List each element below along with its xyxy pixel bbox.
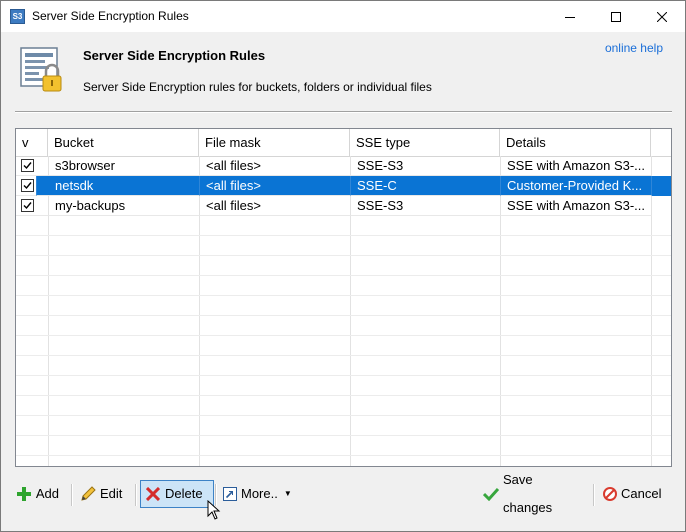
cancel-button[interactable]: Cancel — [599, 480, 665, 508]
row-checkbox[interactable] — [21, 179, 34, 192]
rules-grid[interactable]: v Bucket File mask SSE type Details s3br… — [15, 128, 672, 467]
row-checkbox-cell[interactable] — [16, 176, 37, 196]
minimize-button[interactable] — [547, 1, 593, 32]
checkmark-icon — [23, 182, 32, 190]
file-mask-cell: <all files> — [200, 176, 351, 196]
maximize-icon — [611, 11, 621, 22]
cancel-label: Cancel — [621, 486, 662, 501]
dialog-header: Server Side Encryption Rules Server Side… — [1, 32, 685, 118]
maximize-button[interactable] — [593, 1, 639, 32]
toolbar-separator — [593, 484, 595, 506]
online-help-link[interactable]: online help — [605, 41, 663, 55]
sse-type-cell: SSE-S3 — [351, 156, 501, 176]
table-row[interactable]: s3browser <all files> SSE-S3 SSE with Am… — [16, 156, 671, 176]
mouse-cursor-icon — [207, 500, 221, 520]
window-title: Server Side Encryption Rules — [32, 9, 189, 23]
more-label: More.. — [241, 486, 278, 501]
edit-label: Edit — [100, 486, 123, 501]
toolbar-separator — [71, 484, 73, 506]
save-changes-label: Save changes — [503, 472, 553, 515]
grid-header: v Bucket File mask SSE type Details — [16, 129, 671, 157]
checkmark-icon — [23, 202, 32, 210]
sse-type-cell: SSE-S3 — [351, 196, 501, 216]
row-checkbox[interactable] — [21, 199, 34, 212]
minimize-icon — [565, 16, 575, 18]
row-checkbox-cell[interactable] — [16, 156, 49, 176]
sse-type-cell: SSE-C — [351, 176, 501, 196]
details-cell: Customer-Provided K... — [501, 176, 652, 196]
header-title: Server Side Encryption Rules — [83, 48, 266, 63]
bucket-cell: netsdk — [37, 176, 200, 196]
column-header-details[interactable]: Details — [500, 129, 651, 156]
bucket-cell: my-backups — [49, 196, 200, 216]
column-header-sse-type[interactable]: SSE type — [350, 129, 500, 156]
table-row[interactable]: my-backups <all files> SSE-S3 SSE with A… — [16, 196, 671, 216]
close-button[interactable] — [639, 1, 685, 32]
edit-button[interactable]: Edit — [76, 480, 128, 508]
x-icon — [145, 486, 161, 502]
bucket-cell: s3browser — [49, 156, 200, 176]
delete-label: Delete — [165, 486, 203, 501]
delete-button[interactable]: Delete — [140, 480, 214, 508]
arrow-box-icon — [223, 486, 237, 502]
column-header-checked[interactable]: v — [16, 129, 48, 156]
save-changes-button[interactable]: Save changes — [479, 472, 587, 515]
file-mask-cell: <all files> — [200, 196, 351, 216]
header-subtitle: Server Side Encryption rules for buckets… — [83, 80, 432, 94]
toolbar-separator — [135, 484, 137, 506]
pencil-icon — [80, 486, 96, 502]
file-mask-cell: <all files> — [200, 156, 351, 176]
plus-icon — [17, 486, 32, 502]
checkmark-icon — [23, 162, 32, 170]
details-cell: SSE with Amazon S3-... — [501, 156, 652, 176]
title-bar[interactable]: S3 Server Side Encryption Rules — [1, 1, 685, 32]
add-label: Add — [35, 486, 59, 501]
no-entry-icon — [603, 486, 617, 502]
app-icon: S3 — [10, 9, 25, 24]
header-divider — [15, 111, 672, 113]
table-row-selected[interactable]: netsdk <all files> SSE-C Customer-Provid… — [16, 176, 671, 196]
close-icon — [657, 11, 667, 22]
row-checkbox[interactable] — [21, 159, 34, 172]
checkmark-icon — [483, 486, 499, 502]
column-header-file-mask[interactable]: File mask — [199, 129, 350, 156]
row-checkbox-cell[interactable] — [16, 196, 49, 216]
dialog-window: S3 Server Side Encryption Rules Server S… — [0, 0, 686, 532]
more-button[interactable]: More.. ▼ — [219, 480, 295, 508]
add-button[interactable]: Add — [13, 480, 63, 508]
bottom-toolbar: Add Edit Delete More.. ▼ Save changes Ca… — [1, 472, 685, 515]
column-header-bucket[interactable]: Bucket — [48, 129, 199, 156]
encryption-lock-icon — [19, 46, 65, 94]
details-cell: SSE with Amazon S3-... — [501, 196, 652, 216]
dropdown-arrow-icon: ▼ — [283, 489, 292, 498]
